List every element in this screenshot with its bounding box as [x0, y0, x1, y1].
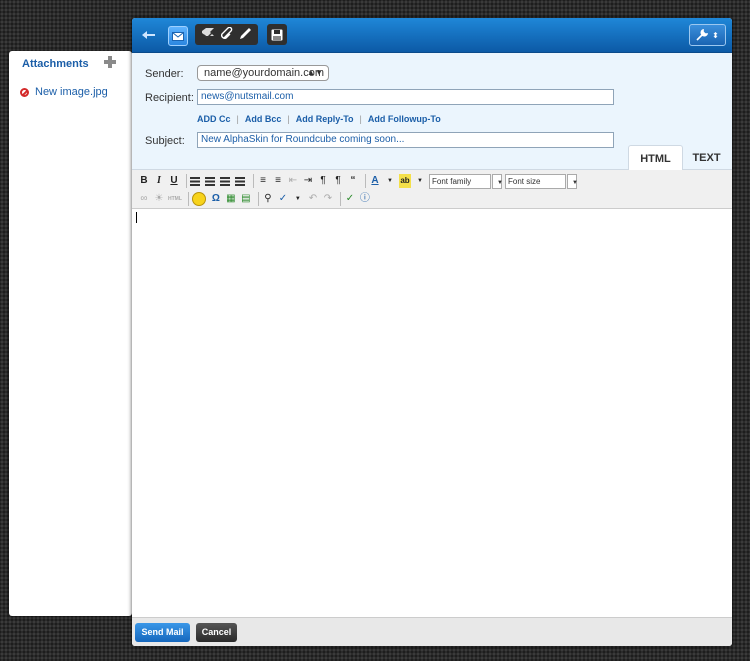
chevron-updown-icon: ⬍: [712, 30, 719, 40]
media-icon[interactable]: ▤: [240, 192, 252, 206]
html-source-button[interactable]: HTML: [168, 192, 182, 206]
emoticon-icon[interactable]: [191, 192, 206, 206]
align-center-icon[interactable]: [205, 176, 215, 186]
divider: |: [287, 114, 290, 124]
divider: [187, 192, 189, 206]
pen-icon[interactable]: [239, 27, 252, 43]
ltr-icon[interactable]: ¶: [317, 174, 329, 188]
underline-button[interactable]: U: [168, 174, 180, 188]
save-icon[interactable]: [267, 24, 287, 45]
arrow-left-icon[interactable]: [138, 26, 160, 44]
divider: [339, 192, 341, 206]
image-icon[interactable]: ▦: [225, 192, 237, 206]
font-size-select[interactable]: Font size: [505, 173, 566, 189]
blockquote-icon[interactable]: “: [347, 174, 359, 188]
tab-html[interactable]: HTML: [628, 145, 683, 170]
chevron-down-icon[interactable]: ▼: [292, 192, 304, 206]
compose-window: ⬍ Sender: name@yourdomain.com ▲▼ Recipie…: [132, 18, 732, 646]
envelope-icon[interactable]: [168, 26, 188, 46]
info-icon[interactable]: ⓘ: [359, 192, 371, 206]
add-cc-link[interactable]: ADD Cc: [197, 114, 231, 124]
compose-toolbar: ⬍: [132, 18, 732, 53]
chevron-down-icon[interactable]: ▼: [384, 174, 396, 188]
message-body-editor[interactable]: [132, 209, 732, 617]
highlight-icon[interactable]: ab: [399, 174, 411, 188]
subject-input[interactable]: New AlphaSkin for Roundcube coming soon.…: [197, 132, 614, 148]
add-bcc-link[interactable]: Add Bcc: [245, 114, 282, 124]
bullet-list-icon[interactable]: ≡: [257, 174, 269, 188]
recipient-input[interactable]: news@nutsmail.com: [197, 89, 614, 105]
compose-footer: Send Mail Cancel: [132, 617, 732, 646]
text-caret: [136, 212, 137, 223]
align-justify-icon[interactable]: [235, 176, 245, 186]
tool-button-group: [195, 24, 258, 45]
outdent-icon[interactable]: ⇤: [287, 174, 299, 188]
unlink-icon[interactable]: ☀: [153, 192, 165, 206]
special-char-icon[interactable]: Ω: [210, 192, 222, 206]
paperclip-icon[interactable]: [221, 26, 233, 43]
italic-button[interactable]: I: [153, 174, 165, 188]
font-family-select[interactable]: Font family: [429, 173, 491, 189]
attachment-item[interactable]: New image.jpg: [20, 86, 108, 98]
sender-select[interactable]: name@yourdomain.com ▲▼: [197, 65, 329, 81]
sender-label: Sender:: [145, 68, 184, 80]
divider: [257, 192, 259, 206]
recipient-label: Recipient:: [145, 92, 194, 104]
align-right-icon[interactable]: [220, 176, 230, 186]
editor-toolbar-row-1: B I U ≡ ≡ ⇤ ⇥ ¶ ¶ “ A ▼ ab ▼ Font family…: [138, 172, 578, 190]
divider: |: [236, 114, 239, 124]
text-color-icon[interactable]: A: [369, 174, 381, 188]
wrench-icon: [696, 29, 709, 41]
send-button[interactable]: Send Mail: [135, 623, 190, 642]
chevron-updown-icon: ▲▼: [307, 68, 323, 77]
divider: [365, 174, 366, 188]
spellcheck-icon[interactable]: [201, 27, 215, 43]
attachment-name[interactable]: New image.jpg: [35, 86, 108, 98]
spellcheck-icon[interactable]: ✓: [344, 192, 356, 206]
add-attachment-icon[interactable]: [104, 56, 116, 68]
redo-icon[interactable]: ↷: [322, 192, 334, 206]
divider: [253, 174, 254, 188]
chevron-down-icon[interactable]: ▼: [567, 173, 578, 189]
numbered-list-icon[interactable]: ≡: [272, 174, 284, 188]
chevron-down-icon[interactable]: ▼: [414, 174, 426, 188]
add-reply-to-link[interactable]: Add Reply-To: [296, 114, 354, 124]
bold-button[interactable]: B: [138, 174, 150, 188]
sender-value: name@yourdomain.com: [204, 67, 324, 79]
cancel-button[interactable]: Cancel: [196, 623, 237, 642]
chevron-down-icon[interactable]: ▼: [492, 173, 503, 189]
link-icon[interactable]: ∞: [138, 192, 150, 206]
align-left-icon[interactable]: [190, 176, 200, 186]
search-icon[interactable]: ⚲: [262, 192, 274, 206]
header-links: ADD Cc | Add Bcc | Add Reply-To | Add Fo…: [197, 114, 441, 124]
tab-text[interactable]: TEXT: [684, 145, 729, 169]
spellcheck-icon[interactable]: ✓: [277, 192, 289, 206]
font-size-value: Font size: [508, 176, 541, 186]
attachments-title: Attachments: [22, 58, 89, 70]
subject-label: Subject:: [145, 135, 185, 147]
message-headers: Sender: name@yourdomain.com ▲▼ Recipient…: [132, 53, 732, 170]
editor-toolbar: B I U ≡ ≡ ⇤ ⇥ ¶ ¶ “ A ▼ ab ▼ Font family…: [132, 170, 732, 209]
rtl-icon[interactable]: ¶: [332, 174, 344, 188]
delete-icon[interactable]: [20, 87, 29, 97]
editor-toolbar-row-2: ∞ ☀ HTML Ω ▦ ▤ ⚲ ✓ ▼ ↶ ↷ ✓ ⓘ: [138, 190, 374, 208]
font-family-value: Font family: [432, 176, 472, 186]
divider: [186, 174, 187, 188]
add-followup-to-link[interactable]: Add Followup-To: [368, 114, 441, 124]
attachments-panel: Attachments New image.jpg: [9, 51, 132, 616]
undo-icon[interactable]: ↶: [307, 192, 319, 206]
indent-icon[interactable]: ⇥: [302, 174, 314, 188]
divider: |: [359, 114, 362, 124]
settings-menu-button[interactable]: ⬍: [689, 24, 726, 46]
